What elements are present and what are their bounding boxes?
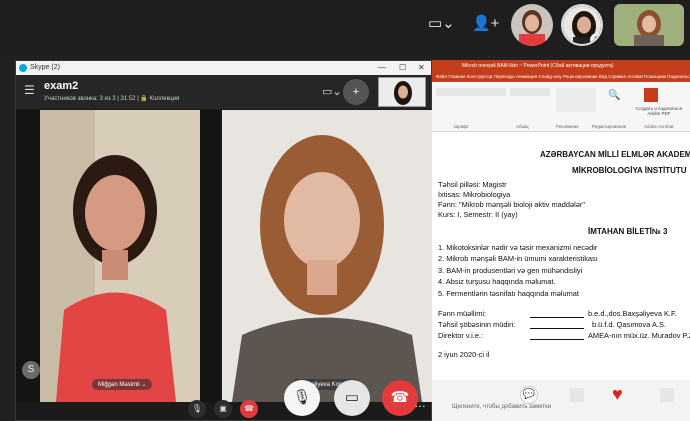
add-reaction-icon[interactable] — [660, 388, 674, 402]
ppt-title-bar: Mikrob mənşəli BAM ilkin ~ PowerPoint (С… — [432, 60, 690, 72]
minimize-icon[interactable]: — — [378, 61, 386, 75]
skype-s-icon: S — [22, 361, 40, 379]
doc-heading-1: AZƏRBAYCAN MİLLİ ELMLƏR AKADEMİYASI — [540, 150, 690, 159]
create-pdf-button[interactable]: Создать и поделиться Adobe PDF — [630, 106, 688, 116]
close-icon[interactable]: ✕ — [418, 61, 425, 75]
call-name: exam2 — [44, 80, 79, 92]
ppt-ribbon: 🔍 Создать и поделиться Adobe PDF Шрифт А… — [432, 82, 690, 132]
doc-signature-person-1: b.e.d.,dos.Baxşəliyeva K.F. — [588, 309, 677, 318]
blank-slide-icon[interactable] — [570, 388, 584, 402]
doc-signature-role-1: Fənn müəllimi: — [438, 309, 487, 318]
signature-line-1 — [530, 317, 584, 318]
doc-signature-person-2: b.ü.f.d. Qasımova A.S. — [592, 320, 666, 329]
outer-call-header: ▭⌄ 👤+ ⧉ — [0, 0, 690, 56]
doc-specialty: İxtisas: Mikrobiologiya — [438, 190, 511, 199]
doc-question-4: 4. Absiz turşusu haqqında məlumat. — [438, 277, 556, 286]
paragraph-controls[interactable] — [510, 88, 550, 96]
doc-question-2: 2. Mikrob mənşəli BAM-in ümumi xarakteri… — [438, 254, 598, 263]
maximize-icon[interactable]: ☐ — [399, 61, 406, 75]
group-acrobat: Adobe Acrobat — [644, 124, 674, 129]
more-options-icon[interactable]: … — [414, 396, 426, 410]
doc-date: 2 iyun 2020-ci il — [438, 350, 490, 359]
skype-logo-icon — [19, 64, 27, 72]
chat-icon[interactable]: 💬 — [520, 386, 538, 404]
camera-icon[interactable]: ▣ — [214, 400, 232, 418]
ppt-ribbon-tabs[interactable]: Файл Главная Конструктор Переходы Анимац… — [432, 72, 690, 82]
mic-icon[interactable]: 🎙 — [188, 400, 206, 418]
participant-thumbnail-2[interactable]: ⧉ — [561, 4, 603, 46]
doc-degree: Təhsil pilləsi: Magistr — [438, 180, 507, 189]
doc-signature-person-3: AMEA-nın müx.üz. Muradov P.Z. — [588, 331, 690, 340]
signature-line-2 — [530, 328, 584, 329]
find-icon[interactable]: 🔍 — [608, 90, 620, 101]
powerpoint-window: Mikrob mənşəli BAM ilkin ~ PowerPoint (С… — [432, 60, 690, 421]
heart-icon[interactable]: ♥ — [612, 384, 623, 405]
menu-icon[interactable]: ☰ — [24, 83, 35, 97]
doc-subject: Fənn: "Mikrob mənşəli bioloji aktiv madd… — [438, 200, 585, 209]
font-selector[interactable] — [436, 88, 506, 96]
group-drawing: Рисование — [556, 124, 579, 129]
add-person-button[interactable]: + — [343, 79, 369, 105]
mic-button[interactable]: 🎙 — [284, 380, 320, 416]
doc-signature-role-2: Təhsil şöbəsinin müdiri: — [438, 320, 516, 329]
video-pane-right[interactable]: Baxşəliyeva Konul ⌄ — [222, 110, 432, 402]
ppt-notes-bar: Щелкните, чтобы добавить заметки 💬 ♥ — [432, 380, 690, 421]
doc-signature-role-3: Direktor v.i.e.: — [438, 331, 484, 340]
call-subtitle: Участников звонка: 3 из 3 | 31:52 | 🔒 Ко… — [44, 96, 180, 102]
doc-question-1: 1. Mikotoksinlər nədir və təsir mexanizm… — [438, 243, 598, 252]
doc-heading-2: MİKROBİOLOGİYA İNSTİTUTU — [572, 166, 687, 175]
notes-placeholder[interactable]: Щелкните, чтобы добавить заметки — [452, 404, 551, 410]
doc-ticket-title: İMTAHAN BİLETİ№ 3 — [588, 227, 668, 236]
slide-document: AZƏRBAYCAN MİLLİ ELMLƏR AKADEMİYASI MİKR… — [436, 136, 690, 376]
layout-icon[interactable]: ▭⌄ — [428, 14, 455, 32]
adobe-pdf-icon[interactable] — [644, 88, 658, 102]
participant-thumbnail-1[interactable] — [511, 4, 553, 46]
skype-window: Skype (2) — ☐ ✕ ☰ exam2 Участников звонк… — [15, 60, 432, 421]
doc-question-5: 5. Fermentlərin təsnifatı haqqında məlum… — [438, 289, 579, 298]
drawing-shapes[interactable] — [556, 88, 596, 112]
video-pane-left[interactable]: Miğgan Masimli ⌄ — [16, 110, 220, 402]
group-paragraph: Абзац — [516, 124, 529, 129]
skype-title-bar: Skype (2) — ☐ ✕ — [16, 61, 431, 75]
skype-window-title: Skype (2) — [30, 64, 60, 71]
presenter-thumbnail[interactable] — [378, 77, 426, 107]
participant-label-left[interactable]: Miğgan Masimli ⌄ — [92, 379, 153, 390]
hangup-button[interactable]: ☎ — [382, 380, 418, 416]
call-header: ☰ exam2 Участников звонка: 3 из 3 | 31:5… — [16, 75, 431, 109]
add-person-icon[interactable]: 👤+ — [472, 14, 499, 32]
hangup-icon[interactable]: ☎ — [240, 400, 258, 418]
group-editing: Редактирование — [592, 124, 627, 129]
camera-button[interactable]: ▭ — [334, 380, 370, 416]
screen: ▭⌄ 👤+ ⧉ Skype (2) — ☐ ✕ ☰ exam2 Участник… — [0, 0, 690, 421]
doc-course: Kurs: I, Semestr: II (yay) — [438, 210, 518, 219]
doc-question-3: 3. BAM-in produsentləri və gen mühəndisl… — [438, 266, 583, 275]
self-view-thumbnail[interactable] — [614, 4, 684, 46]
group-font: Шрифт — [454, 124, 469, 129]
layout-icon[interactable]: ▭⌄ — [322, 85, 342, 98]
signature-line-3 — [530, 339, 584, 340]
screen-share-icon: ⧉ — [590, 33, 601, 44]
